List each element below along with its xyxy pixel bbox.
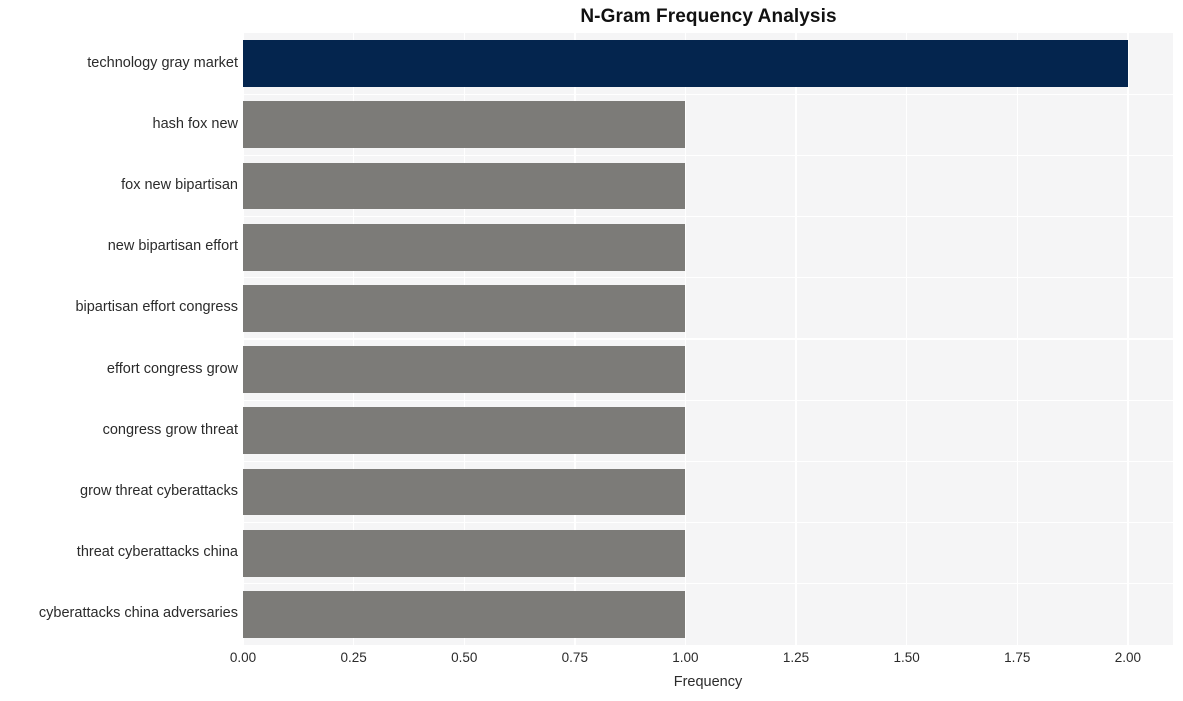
bar bbox=[243, 284, 686, 332]
y-axis-tick-label: bipartisan effort congress bbox=[75, 299, 238, 316]
chart-figure: N-Gram Frequency Analysis technology gra… bbox=[0, 0, 1183, 701]
x-axis-tick-label: 1.75 bbox=[1004, 650, 1031, 665]
bar bbox=[243, 162, 686, 210]
chart-title: N-Gram Frequency Analysis bbox=[580, 6, 837, 27]
y-axis-tick-label: effort congress grow bbox=[106, 360, 238, 377]
x-axis-tick-label: 1.00 bbox=[672, 650, 699, 665]
bar bbox=[243, 223, 686, 271]
x-axis-tick-label: 2.00 bbox=[1114, 650, 1141, 665]
plot-area bbox=[243, 33, 1173, 645]
x-axis-tick-labels: 0.00 0.25 0.50 0.75 1.00 1.25 1.50 1.75 2.00 bbox=[0, 650, 1183, 672]
bar bbox=[243, 101, 686, 149]
y-axis-tick-label: technology gray market bbox=[87, 54, 238, 71]
bar bbox=[243, 468, 686, 516]
bar bbox=[243, 529, 686, 577]
y-axis-tick-label: fox new bipartisan bbox=[121, 177, 238, 193]
y-axis-tick-label: cyberattacks china adversaries bbox=[38, 605, 238, 622]
bar-series bbox=[243, 33, 1173, 645]
x-axis-tick-label: 0.75 bbox=[561, 650, 588, 665]
bar bbox=[243, 346, 686, 393]
y-axis-tick-label: hash fox new bbox=[152, 115, 238, 132]
bar bbox=[243, 590, 686, 638]
x-axis-tick-label: 0.25 bbox=[340, 650, 367, 665]
x-axis-title: Frequency bbox=[673, 674, 743, 690]
y-axis-tick-label: congress grow threat bbox=[102, 421, 238, 438]
x-axis-tick-label: 0.00 bbox=[229, 650, 257, 665]
bar bbox=[243, 40, 1128, 87]
y-axis-tick-label: threat cyberattacks china bbox=[76, 544, 238, 561]
x-axis-tick-label: 1.25 bbox=[782, 650, 810, 665]
y-axis-tick-label: new bipartisan effort bbox=[107, 238, 238, 255]
x-axis-tick-label: 0.50 bbox=[451, 650, 478, 665]
y-axis-tick-labels: technology gray market hash fox new fox ne… bbox=[0, 33, 238, 645]
x-axis-tick-label: 1.50 bbox=[893, 650, 920, 665]
y-axis-tick-label: grow threat cyberattacks bbox=[80, 483, 238, 499]
bar bbox=[243, 407, 686, 455]
